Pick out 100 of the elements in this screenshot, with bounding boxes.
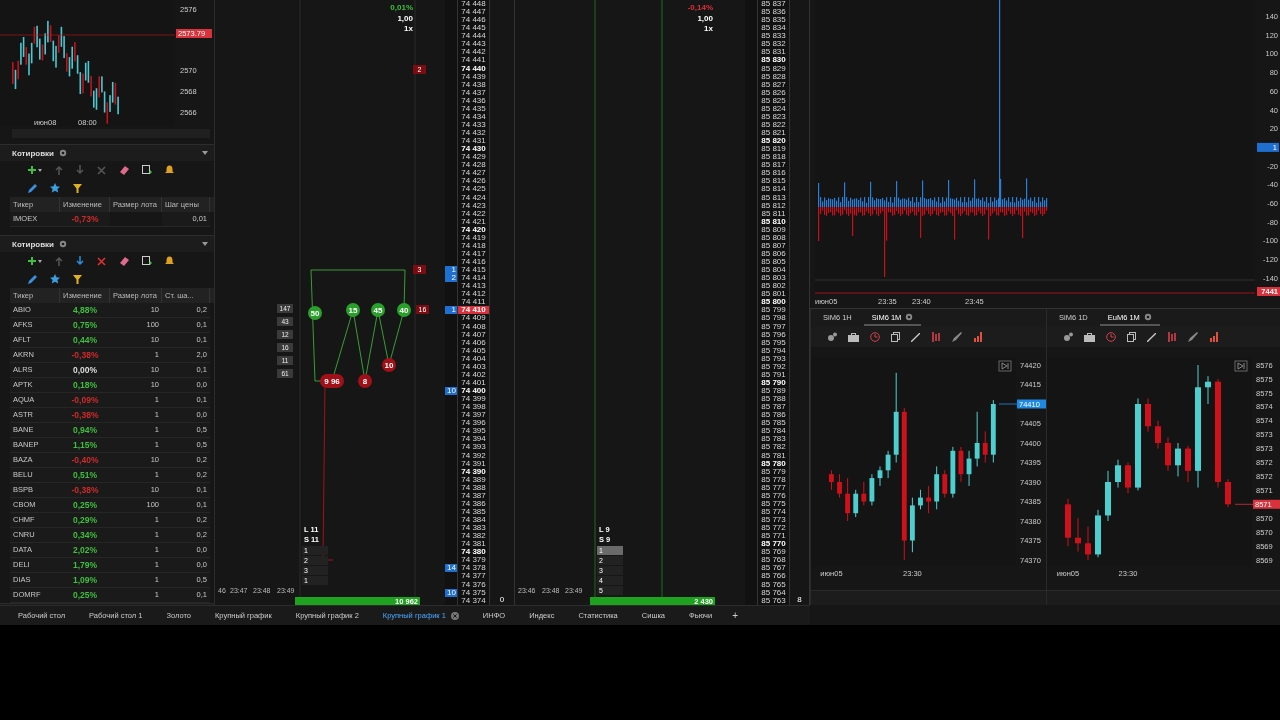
- price-level[interactable]: 85 801: [757, 290, 790, 299]
- bar-chart-icon[interactable]: [973, 332, 983, 342]
- price-level[interactable]: 74 382: [457, 532, 490, 541]
- price-level[interactable]: 74 388: [457, 483, 490, 492]
- clock-icon[interactable]: [1106, 332, 1116, 342]
- price-level[interactable]: 85 790: [757, 378, 790, 387]
- price-level[interactable]: 85 767: [757, 564, 790, 573]
- price-level[interactable]: 85 832: [757, 40, 790, 49]
- price-level[interactable]: 85 827: [757, 80, 790, 89]
- price-level[interactable]: 85 810: [757, 217, 790, 226]
- price-level[interactable]: 74 396: [457, 419, 490, 428]
- price-level[interactable]: 74 415: [457, 266, 490, 275]
- order-volume[interactable]: 10: [445, 387, 457, 396]
- price-level[interactable]: 74 436: [457, 96, 490, 105]
- settings-icon[interactable]: [59, 240, 68, 248]
- price-level[interactable]: 85 807: [757, 241, 790, 250]
- price-level[interactable]: 85 773: [757, 516, 790, 525]
- price-level[interactable]: 85 816: [757, 169, 790, 178]
- price-level[interactable]: 74 445: [457, 24, 490, 33]
- price-level[interactable]: 85 764: [757, 588, 790, 597]
- up-arrow-icon[interactable]: [55, 165, 63, 175]
- price-level[interactable]: 74 405: [457, 346, 490, 355]
- price-level[interactable]: 85 805: [757, 258, 790, 267]
- price-level[interactable]: 74 412: [457, 290, 490, 299]
- gear-icon[interactable]: [827, 332, 837, 342]
- price-level[interactable]: 85 792: [757, 362, 790, 371]
- price-level[interactable]: 74 419: [457, 233, 490, 242]
- price-level[interactable]: 74 404: [457, 354, 490, 363]
- bell-icon[interactable]: [165, 165, 174, 175]
- new-window-icon[interactable]: [142, 165, 152, 175]
- price-level[interactable]: 74 400: [457, 387, 490, 396]
- pencil-icon[interactable]: [28, 183, 37, 193]
- price-level[interactable]: 85 819: [757, 145, 790, 154]
- price-level[interactable]: 85 806: [757, 249, 790, 258]
- price-level[interactable]: 74 434: [457, 112, 490, 121]
- price-level[interactable]: 74 397: [457, 411, 490, 420]
- price-level[interactable]: 85 784: [757, 427, 790, 436]
- price-level[interactable]: 85 813: [757, 193, 790, 202]
- price-level[interactable]: 85 821: [757, 129, 790, 138]
- price-level[interactable]: 74 414: [457, 274, 490, 283]
- price-level[interactable]: 85 837: [757, 0, 790, 9]
- up-arrow-icon[interactable]: [55, 256, 63, 266]
- settings-icon[interactable]: [1143, 313, 1152, 321]
- filter-icon[interactable]: [73, 274, 82, 284]
- price-level[interactable]: 74 443: [457, 40, 490, 49]
- price-level[interactable]: 74 420: [457, 225, 490, 234]
- price-level[interactable]: 85 829: [757, 64, 790, 73]
- price-level[interactable]: 74 377: [457, 572, 490, 581]
- candles-icon[interactable]: [1167, 332, 1177, 342]
- price-level[interactable]: 74 425: [457, 185, 490, 194]
- price-level[interactable]: 74 409: [457, 314, 490, 323]
- order-volume[interactable]: 1: [445, 306, 457, 315]
- star-icon[interactable]: [50, 274, 60, 284]
- price-level[interactable]: 74 381: [457, 540, 490, 549]
- price-level[interactable]: 74 435: [457, 104, 490, 113]
- price-level[interactable]: 85 788: [757, 395, 790, 404]
- price-level[interactable]: 74 386: [457, 499, 490, 508]
- price-level[interactable]: 85 820: [757, 137, 790, 146]
- price-level[interactable]: 74 387: [457, 491, 490, 500]
- price-level[interactable]: 85 800: [757, 298, 790, 307]
- order-volume[interactable]: 10: [445, 588, 457, 597]
- price-level[interactable]: 85 778: [757, 475, 790, 484]
- brush-icon[interactable]: [952, 332, 962, 342]
- price-level[interactable]: 74 427: [457, 169, 490, 178]
- briefcase-icon[interactable]: [848, 332, 859, 342]
- line-tool-icon[interactable]: [1147, 332, 1156, 342]
- clock-icon[interactable]: [870, 332, 880, 342]
- price-level[interactable]: 74 447: [457, 8, 490, 17]
- price-level[interactable]: 74 433: [457, 120, 490, 129]
- price-level[interactable]: 85 799: [757, 306, 790, 315]
- price-level[interactable]: 85 793: [757, 354, 790, 363]
- price-level[interactable]: 85 809: [757, 225, 790, 234]
- price-level[interactable]: 74 442: [457, 48, 490, 57]
- eraser-icon[interactable]: [119, 256, 129, 266]
- pencil-icon[interactable]: [28, 274, 37, 284]
- price-level[interactable]: 85 824: [757, 104, 790, 113]
- price-level[interactable]: 85 830: [757, 56, 790, 65]
- price-level[interactable]: 85 835: [757, 16, 790, 25]
- price-level[interactable]: 85 785: [757, 419, 790, 428]
- copy-icon[interactable]: [1127, 332, 1136, 342]
- briefcase-icon[interactable]: [1084, 332, 1095, 342]
- filter-icon[interactable]: [73, 183, 82, 193]
- price-level[interactable]: 85 794: [757, 346, 790, 355]
- price-level[interactable]: 74 384: [457, 516, 490, 525]
- price-level[interactable]: 85 815: [757, 177, 790, 186]
- price-level[interactable]: 74 437: [457, 88, 490, 97]
- add-tab-button[interactable]: +: [724, 610, 747, 621]
- caret-icon[interactable]: [202, 151, 208, 155]
- price-level[interactable]: 74 406: [457, 338, 490, 347]
- price-level[interactable]: 85 818: [757, 153, 790, 162]
- price-level[interactable]: 74 398: [457, 403, 490, 412]
- order-volume[interactable]: 14: [445, 564, 457, 573]
- price-level[interactable]: 74 438: [457, 80, 490, 89]
- price-level[interactable]: 85 766: [757, 572, 790, 581]
- price-level[interactable]: 85 828: [757, 72, 790, 81]
- price-level[interactable]: 74 429: [457, 153, 490, 162]
- price-level[interactable]: 85 763: [757, 596, 790, 605]
- price-level[interactable]: 85 786: [757, 411, 790, 420]
- price-level[interactable]: 74 393: [457, 443, 490, 452]
- price-level[interactable]: 85 780: [757, 459, 790, 468]
